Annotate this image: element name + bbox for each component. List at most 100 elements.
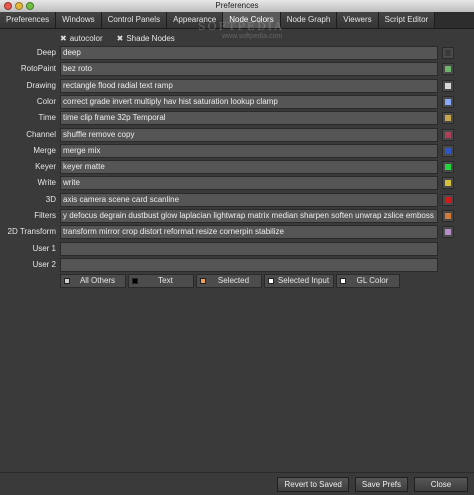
node-color-swatch[interactable] xyxy=(442,145,454,157)
gl-color-button[interactable]: GL Color xyxy=(336,274,400,288)
autocolor-label: autocolor xyxy=(69,34,103,43)
node-color-swatch[interactable] xyxy=(442,194,454,206)
node-class-row-user-2: User 2 xyxy=(0,258,474,272)
button-label: Selected Input xyxy=(277,276,330,285)
node-class-input[interactable]: y defocus degrain dustbust glow laplacia… xyxy=(60,209,438,223)
node-class-input[interactable]: transform mirror crop distort reformat r… xyxy=(60,225,438,239)
node-color-swatch[interactable] xyxy=(442,96,454,108)
node-color-options: ✖ autocolor ✖ Shade Nodes xyxy=(60,34,175,43)
global-color-buttons: All Others Text Selected Selected Input … xyxy=(60,274,402,288)
node-class-row-rotopaint: RotoPaint bez roto xyxy=(0,62,474,76)
node-class-label: Channel xyxy=(26,130,56,139)
node-class-input[interactable]: shuffle remove copy xyxy=(60,128,438,142)
node-class-row-3d: 3D axis camera scene card scanline xyxy=(0,193,474,207)
node-color-swatch[interactable] xyxy=(442,129,454,141)
window-controls xyxy=(4,2,34,10)
node-class-input[interactable]: bez roto xyxy=(60,62,438,76)
node-class-input[interactable] xyxy=(60,242,438,256)
color-chip xyxy=(445,99,451,105)
all-others-color-button[interactable]: All Others xyxy=(60,274,126,288)
color-chip xyxy=(268,278,274,284)
tab-preferences[interactable]: Preferences xyxy=(0,12,57,28)
close-window-icon[interactable] xyxy=(4,2,12,10)
node-class-label: Deep xyxy=(36,48,56,57)
node-class-input[interactable]: write xyxy=(60,176,438,190)
save-prefs-button[interactable]: Save Prefs xyxy=(354,477,408,492)
node-color-swatch[interactable] xyxy=(442,210,454,222)
node-class-label: User 1 xyxy=(32,244,56,253)
node-class-label: RotoPaint xyxy=(20,64,56,73)
color-chip xyxy=(445,148,451,154)
node-class-input[interactable]: correct grade invert multiply hav hist s… xyxy=(60,95,438,109)
color-chip xyxy=(445,197,451,203)
watermark-url: www.softpedia.com xyxy=(222,33,283,40)
node-class-input[interactable]: axis camera scene card scanline xyxy=(60,193,438,207)
autocolor-checkbox[interactable]: ✖ autocolor xyxy=(60,34,103,43)
node-class-label: Write xyxy=(37,178,56,187)
color-chip xyxy=(445,83,451,89)
close-button[interactable]: Close xyxy=(414,477,468,492)
node-class-label: Merge xyxy=(33,146,56,155)
checkmark-icon: ✖ xyxy=(116,34,124,43)
color-chip xyxy=(445,180,451,186)
node-color-swatch[interactable] xyxy=(442,226,454,238)
node-class-input[interactable]: merge mix xyxy=(60,144,438,158)
tab-node-graph[interactable]: Node Graph xyxy=(280,12,338,28)
node-color-swatch[interactable] xyxy=(442,80,454,92)
color-chip xyxy=(445,66,451,72)
node-class-row-time: Time time clip frame 32p Temporal xyxy=(0,111,474,125)
node-color-swatch[interactable] xyxy=(442,63,454,75)
node-class-row-channel: Channel shuffle remove copy xyxy=(0,128,474,142)
shade-nodes-checkbox[interactable]: ✖ Shade Nodes xyxy=(117,34,175,43)
node-color-swatch[interactable] xyxy=(442,47,454,59)
color-chip xyxy=(445,213,451,219)
text-color-button[interactable]: Text xyxy=(128,274,194,288)
color-chip xyxy=(340,278,346,284)
revert-to-saved-button[interactable]: Revert to Saved xyxy=(277,477,349,492)
tab-script-editor[interactable]: Script Editor xyxy=(378,12,436,28)
node-class-label: Time xyxy=(38,113,56,122)
node-class-label: Drawing xyxy=(26,81,56,90)
color-chip xyxy=(445,229,451,235)
tab-viewers[interactable]: Viewers xyxy=(337,12,379,28)
node-class-label: User 2 xyxy=(32,260,56,269)
node-class-row-keyer: Keyer keyer matte xyxy=(0,160,474,174)
node-class-row-deep: Deep deep xyxy=(0,46,474,60)
node-class-input[interactable]: keyer matte xyxy=(60,160,438,174)
node-class-label: 2D Transform xyxy=(7,227,56,236)
footer-divider xyxy=(0,472,474,473)
node-class-row-write: Write write xyxy=(0,176,474,190)
button-label: All Others xyxy=(79,276,116,285)
color-chip xyxy=(445,50,451,56)
button-label: GL Color xyxy=(356,276,389,285)
node-class-input[interactable]: time clip frame 32p Temporal xyxy=(60,111,438,125)
selected-color-button[interactable]: Selected xyxy=(196,274,262,288)
tab-windows[interactable]: Windows xyxy=(56,12,102,28)
node-class-input[interactable] xyxy=(60,258,438,272)
dialog-footer: Revert to Saved Save Prefs Close xyxy=(277,477,468,492)
zoom-window-icon[interactable] xyxy=(26,2,34,10)
node-color-swatch[interactable] xyxy=(442,161,454,173)
minimize-window-icon[interactable] xyxy=(15,2,23,10)
color-chip xyxy=(445,115,451,121)
window-title: Preferences xyxy=(215,1,259,10)
button-label: Text xyxy=(158,276,173,285)
node-color-swatch[interactable] xyxy=(442,112,454,124)
color-chip xyxy=(64,278,70,284)
watermark-text: SOFTPEDIA xyxy=(198,20,285,33)
color-chip xyxy=(445,132,451,138)
node-class-row-user-1: User 1 xyxy=(0,242,474,256)
node-color-swatch[interactable] xyxy=(442,177,454,189)
node-class-label: 3D xyxy=(45,195,56,204)
tab-control-panels[interactable]: Control Panels xyxy=(101,12,168,28)
color-chip xyxy=(200,278,206,284)
node-class-label: Keyer xyxy=(35,162,56,171)
node-class-row-drawing: Drawing rectangle flood radial text ramp xyxy=(0,79,474,93)
node-class-input[interactable]: deep xyxy=(60,46,438,60)
node-class-input[interactable]: rectangle flood radial text ramp xyxy=(60,79,438,93)
button-label: Selected xyxy=(217,276,250,285)
node-class-label: Filters xyxy=(34,211,56,220)
node-class-row-filters: Filters y defocus degrain dustbust glow l… xyxy=(0,209,474,223)
selected-input-color-button[interactable]: Selected Input xyxy=(264,274,334,288)
color-chip xyxy=(132,278,138,284)
